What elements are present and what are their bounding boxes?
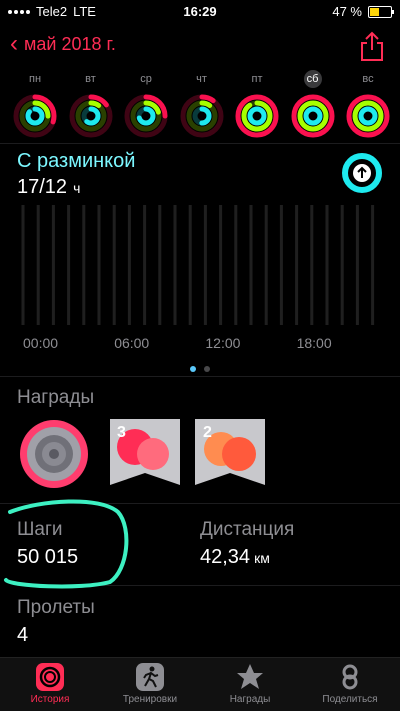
day-4[interactable]: пт bbox=[232, 70, 282, 138]
activity-rings-icon bbox=[124, 94, 168, 138]
history-icon bbox=[36, 663, 64, 691]
flights-label: Пролеты bbox=[17, 597, 95, 618]
tab-label: История bbox=[30, 694, 70, 705]
stand-card: С разминкой bbox=[17, 150, 135, 173]
hourly-stand-graph: 00:00 06:00 12:00 18:00 bbox=[21, 205, 375, 350]
tab-workouts[interactable]: Тренировки bbox=[100, 662, 200, 705]
awards-row: 3 2 bbox=[20, 419, 265, 488]
distance-label: Дистанция bbox=[200, 519, 295, 540]
workouts-icon bbox=[136, 663, 164, 691]
steps-value: 50 015 bbox=[17, 546, 79, 568]
x-tick-label: 00:00 bbox=[23, 335, 58, 350]
stand-title: С разминкой bbox=[17, 150, 136, 172]
tab-label: Награды bbox=[229, 694, 271, 705]
battery-percent: 47 % bbox=[332, 4, 362, 19]
divider bbox=[17, 585, 400, 586]
activity-rings-icon bbox=[69, 94, 112, 138]
x-tick-label: 18:00 bbox=[297, 335, 332, 350]
battery-icon bbox=[368, 5, 394, 18]
nav-bar: ‹ май 2018 г. bbox=[0, 30, 400, 62]
chevron-left-icon: ‹ bbox=[10, 30, 18, 57]
tab-awards[interactable]: Награды bbox=[200, 662, 300, 705]
sharing-icon bbox=[342, 664, 358, 690]
tab-bar: История Тренировки Награды Поделиться bbox=[0, 657, 400, 711]
share-icon[interactable] bbox=[358, 30, 386, 62]
page-dot bbox=[204, 366, 210, 372]
activity-rings-icon bbox=[13, 94, 57, 138]
day-label: чт bbox=[196, 73, 207, 85]
page-indicator[interactable] bbox=[0, 359, 400, 377]
stand-value: 17/12 bbox=[17, 176, 68, 198]
stand-unit: ч bbox=[73, 180, 81, 196]
activity-rings-icon bbox=[235, 94, 279, 138]
day-1[interactable]: вт bbox=[66, 70, 116, 138]
week-strip: пн вт ср чт пт сб вс bbox=[0, 70, 400, 142]
day-label: ср bbox=[140, 73, 152, 85]
tab-label: Поделиться bbox=[322, 694, 378, 705]
tab-label: Тренировки bbox=[122, 694, 178, 705]
badge-30-award[interactable]: 3 bbox=[110, 419, 180, 485]
status-bar: Tele2 LTE 16:29 47 % bbox=[0, 0, 400, 22]
distance-value: 42,34 bbox=[200, 546, 251, 568]
page-dot-active bbox=[190, 366, 196, 372]
stand-value-row: 17/12 ч bbox=[17, 176, 80, 199]
x-tick-label: 12:00 bbox=[205, 335, 240, 350]
awards-icon bbox=[237, 664, 263, 689]
awards-title: Награды bbox=[17, 387, 95, 408]
day-0[interactable]: пн bbox=[10, 70, 60, 138]
badge-20-award[interactable]: 2 bbox=[195, 419, 265, 485]
x-tick-label: 06:00 bbox=[114, 335, 149, 350]
day-label: сб bbox=[303, 70, 322, 88]
activity-rings-icon bbox=[180, 94, 223, 138]
divider bbox=[0, 143, 400, 144]
highlight-annotation bbox=[4, 499, 129, 589]
divider bbox=[0, 503, 400, 504]
svg-text:3: 3 bbox=[117, 424, 126, 441]
activity-rings-icon bbox=[346, 94, 390, 138]
day-label: вс bbox=[362, 73, 374, 85]
divider bbox=[0, 376, 400, 377]
day-3[interactable]: чт bbox=[177, 70, 227, 138]
day-label: пт bbox=[251, 73, 263, 85]
tab-history[interactable]: История bbox=[0, 662, 100, 705]
back-label: май 2018 г. bbox=[24, 33, 116, 54]
day-label: вт bbox=[85, 73, 96, 85]
day-label: пн bbox=[28, 73, 42, 85]
medal-award[interactable] bbox=[20, 420, 88, 488]
day-2[interactable]: ср bbox=[121, 70, 171, 138]
flights-value: 4 bbox=[17, 624, 29, 646]
stand-arrow-up-icon[interactable] bbox=[341, 152, 383, 194]
svg-text:2: 2 bbox=[203, 424, 212, 441]
activity-rings-icon bbox=[291, 94, 334, 138]
distance-value-row: 42,34 км bbox=[200, 546, 270, 569]
day-5[interactable]: сб bbox=[288, 70, 338, 138]
back-button[interactable]: ‹ май 2018 г. bbox=[10, 32, 116, 56]
distance-unit: км bbox=[254, 550, 270, 566]
steps-label: Шаги bbox=[17, 519, 63, 540]
tab-sharing[interactable]: Поделиться bbox=[300, 662, 400, 705]
day-6[interactable]: вс bbox=[343, 70, 393, 138]
